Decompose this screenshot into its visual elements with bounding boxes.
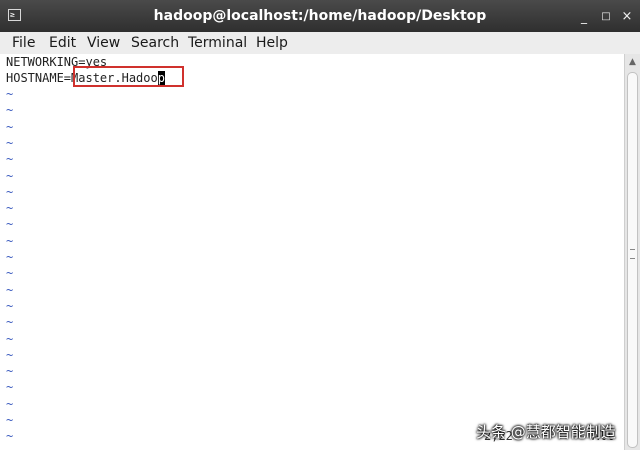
empty-line-marker: ~ xyxy=(6,413,14,427)
empty-line-marker: ~ xyxy=(6,331,14,346)
scroll-up-arrow-icon[interactable]: ▲ xyxy=(625,54,640,70)
menu-help[interactable]: Help xyxy=(256,32,288,54)
minimize-button[interactable]: _ xyxy=(575,0,593,32)
empty-line-marker: ~ xyxy=(6,217,14,232)
empty-line-marker: ~ xyxy=(6,233,14,248)
menu-view[interactable]: View xyxy=(87,32,120,54)
empty-line-marker: ~ xyxy=(6,87,14,101)
empty-line-marker: ~ xyxy=(6,168,14,183)
grip-icon xyxy=(630,249,635,259)
empty-line-marker: ~ xyxy=(6,184,14,199)
empty-line-marker: ~ xyxy=(6,250,14,264)
empty-line-marker: ~ xyxy=(6,315,14,330)
empty-line-marker: ~ xyxy=(6,135,14,150)
empty-line-marker: ~ xyxy=(6,429,14,444)
empty-line-marker: ~ xyxy=(6,103,14,118)
empty-line-marker: ~ xyxy=(6,347,14,362)
scrollbar-thumb[interactable] xyxy=(627,72,638,448)
menu-search[interactable]: Search xyxy=(131,32,179,54)
empty-line-marker: ~ xyxy=(6,119,14,134)
terminal-area[interactable]: NETWORKING=yes HOSTNAME=Master.Hadoop ~ ~… xyxy=(0,54,624,450)
empty-line-marker: ~ xyxy=(6,201,14,216)
menu-edit[interactable]: Edit xyxy=(49,32,76,54)
empty-line-marker: ~ xyxy=(6,364,14,379)
hostname-highlight-box xyxy=(73,66,184,87)
menu-terminal[interactable]: Terminal xyxy=(188,32,247,54)
empty-line-marker: ~ xyxy=(6,266,14,281)
title-bar: ≥ hadoop@localhost:/home/hadoop/Desktop … xyxy=(0,0,640,32)
vertical-scrollbar[interactable]: ▲ xyxy=(624,54,640,450)
empty-line-marker: ~ xyxy=(6,396,14,411)
hostname-key: HOSTNAME= xyxy=(6,71,72,85)
empty-line-marker: ~ xyxy=(6,298,14,313)
watermark: 头条 @慧都智能制造 xyxy=(476,423,616,441)
menu-file[interactable]: File xyxy=(12,32,35,54)
menu-bar: File Edit View Search Terminal Help xyxy=(0,32,640,55)
maximize-button[interactable]: □ xyxy=(597,0,615,32)
empty-line-marker: ~ xyxy=(6,282,14,297)
empty-line-marker: ~ xyxy=(6,380,14,395)
window-title: hadoop@localhost:/home/hadoop/Desktop xyxy=(153,8,487,24)
empty-line-marker: ~ xyxy=(6,152,14,167)
close-button[interactable]: × xyxy=(618,0,636,32)
